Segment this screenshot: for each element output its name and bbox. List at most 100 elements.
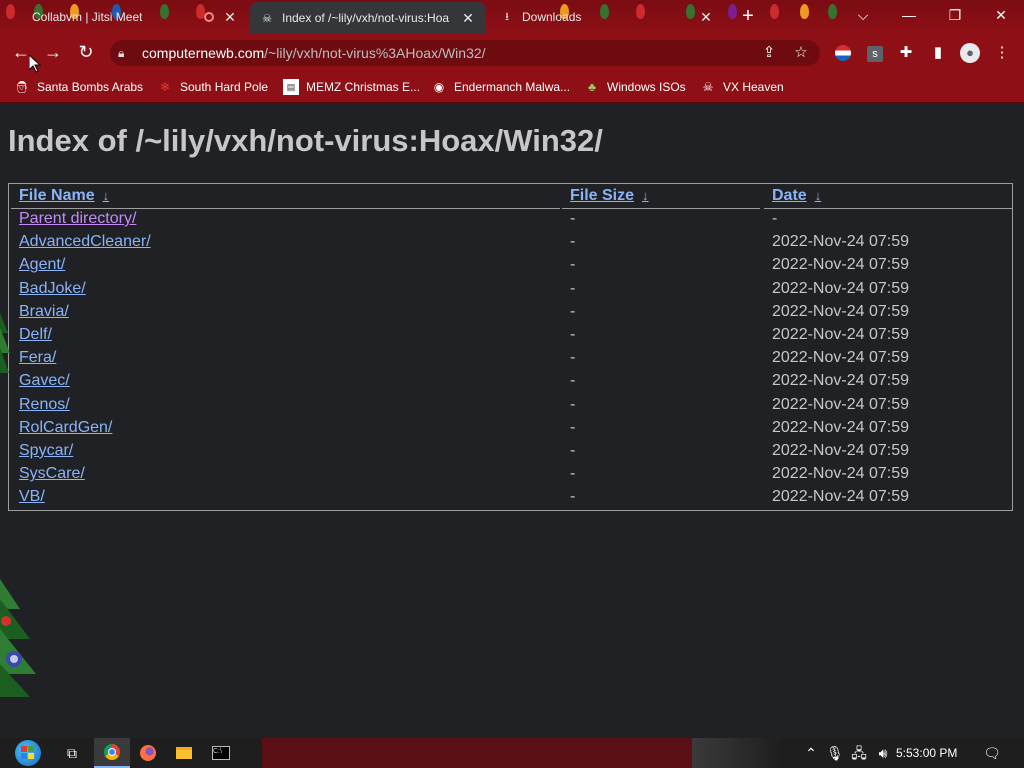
column-header-file-size: File Size ↓ [562, 184, 760, 209]
sort-by-size-link[interactable]: File Size [570, 187, 634, 204]
start-button[interactable] [8, 738, 48, 768]
directory-link[interactable]: Renos/ [19, 396, 70, 413]
bookmark-label: MEMZ Christmas E... [306, 80, 421, 94]
file-size-cell: - [570, 465, 576, 483]
restore-button[interactable]: ❐ [932, 0, 978, 30]
file-size-cell: - [570, 279, 576, 297]
extension-flag-icon[interactable] [832, 42, 854, 64]
sort-by-name-link[interactable]: File Name [19, 187, 95, 204]
directory-link[interactable]: SysCare/ [19, 465, 85, 482]
bookmark-south-hard-pole[interactable]: ❄ South Hard Pole [157, 77, 268, 97]
network-icon[interactable]: 🖧︎ [849, 738, 869, 768]
directory-link[interactable]: Bravia/ [19, 303, 69, 320]
directory-link[interactable]: Fera/ [19, 349, 56, 366]
chrome-taskbar-icon[interactable] [94, 738, 130, 768]
command-prompt-taskbar-icon[interactable]: C:\ [203, 738, 239, 768]
bookmark-label: VX Heaven [723, 80, 784, 94]
directory-link[interactable]: AdvancedCleaner/ [19, 233, 151, 250]
date-cell: - [772, 210, 778, 227]
tab-downloads[interactable]: ⭳ Downloads ✕ [490, 4, 724, 30]
extension-s-icon[interactable]: s [864, 42, 886, 64]
minimize-button[interactable]: — [886, 0, 932, 30]
table-row: Delf/ - 2022-Nov-24 07:59 [9, 326, 1014, 349]
notifications-icon[interactable]: 🗨︎ [980, 738, 1004, 768]
tab-strip: Collabvm | Jitsi Meet ✕ ☠ Index of /~lil… [0, 0, 1024, 34]
table-row: Agent/ - 2022-Nov-24 07:59 [9, 256, 1014, 279]
date-cell: 2022-Nov-24 07:59 [772, 488, 909, 506]
file-name-cell: VB/ [19, 488, 45, 506]
share-icon[interactable]: ⇪ [758, 42, 780, 64]
file-name-cell: Fera/ [19, 349, 56, 367]
skull-icon: ☠ [262, 12, 272, 25]
firefox-taskbar-icon[interactable] [130, 738, 166, 768]
directory-link[interactable]: Gavec/ [19, 372, 70, 389]
bookmark-santa-bombs-arabs[interactable]: 🎅︎ Santa Bombs Arabs [14, 77, 143, 97]
task-view-icon[interactable]: ⧉ [54, 738, 90, 768]
tab-title: Downloads [522, 10, 582, 24]
date-cell: 2022-Nov-24 07:59 [772, 465, 909, 483]
close-tab-icon[interactable]: ✕ [460, 10, 476, 27]
lock-icon[interactable]: 🔒︎ [118, 46, 132, 61]
file-size-cell: - [570, 349, 576, 367]
file-size-cell: - [570, 256, 576, 274]
close-window-button[interactable]: ✕ [978, 0, 1024, 30]
sort-by-date-link[interactable]: Date [772, 187, 807, 204]
bookmark-windows-isos[interactable]: ♣ Windows ISOs [584, 77, 686, 97]
file-explorer-taskbar-icon[interactable] [166, 738, 202, 768]
directory-link[interactable]: Spycar/ [19, 442, 73, 459]
bookmark-memz-christmas[interactable]: ▤ MEMZ Christmas E... [283, 77, 420, 97]
url-host: computernewb.com [142, 45, 265, 61]
date-cell: 2022-Nov-24 07:59 [772, 302, 909, 320]
bookmark-label: Windows ISOs [607, 80, 686, 94]
file-name-cell: Parent directory/ [19, 210, 136, 228]
directory-link[interactable]: Delf/ [19, 326, 52, 343]
side-panel-icon[interactable]: ▮ [927, 42, 949, 64]
date-cell: 2022-Nov-24 07:59 [772, 256, 909, 274]
directory-link[interactable]: Agent/ [19, 256, 65, 273]
taskbar-clock[interactable]: 5:53:00 PM [896, 738, 957, 768]
table-row: SysCare/ - 2022-Nov-24 07:59 [9, 465, 1014, 488]
table-row: BadJoke/ - 2022-Nov-24 07:59 [9, 280, 1014, 303]
extensions-puzzle-icon[interactable]: ✚ [895, 42, 917, 64]
directory-link[interactable]: BadJoke/ [19, 280, 86, 297]
url-path: /~lily/vxh/not-virus%3AHoax/Win32/ [264, 45, 486, 61]
directory-link[interactable]: RolCardGen/ [19, 419, 112, 436]
christmas-tree-decoration [0, 579, 36, 697]
page-icon: ▤ [283, 79, 299, 95]
profile-avatar-icon[interactable]: ● [959, 42, 981, 64]
address-bar[interactable]: 🔒︎ computernewb.com/~lily/vxh/not-virus%… [110, 40, 820, 66]
mouse-cursor-icon [29, 55, 41, 73]
forward-button[interactable]: → [42, 41, 64, 63]
parent-directory-link[interactable]: Parent directory/ [19, 210, 136, 227]
tab-index-of[interactable]: ☠ Index of /~lily/vxh/not-virus:Hoa ✕ [250, 2, 486, 34]
reload-button[interactable]: ↻ [75, 41, 97, 63]
table-row: Spycar/ - 2022-Nov-24 07:59 [9, 442, 1014, 465]
close-tab-icon[interactable]: ✕ [222, 9, 238, 26]
date-cell: 2022-Nov-24 07:59 [772, 279, 909, 297]
santa-icon: 🎅︎ [14, 80, 30, 94]
sort-arrow-icon[interactable]: ↓ [103, 188, 110, 203]
file-size-cell: - [570, 442, 576, 459]
new-tab-button[interactable]: + [738, 6, 758, 26]
file-size-cell: - [570, 488, 576, 506]
sort-arrow-icon[interactable]: ↓ [642, 188, 649, 203]
file-size-cell: - [570, 395, 576, 413]
file-size-cell: - [570, 210, 576, 227]
volume-icon[interactable]: 🔊︎ [873, 738, 893, 768]
file-size-cell: - [570, 418, 576, 436]
tab-search-button[interactable]: ⌵ [840, 0, 886, 30]
bookmark-endermanch-malware[interactable]: ◉ Endermanch Malwa... [431, 77, 570, 97]
show-hidden-icons-icon[interactable]: ⌃ [802, 738, 820, 768]
microphone-icon[interactable]: 🎙︎ [826, 738, 844, 768]
file-name-cell: SysCare/ [19, 465, 85, 483]
table-row: Renos/ - 2022-Nov-24 07:59 [9, 396, 1014, 419]
sort-arrow-icon[interactable]: ↓ [815, 188, 822, 203]
menu-kebab-icon[interactable]: ⋮ [991, 42, 1013, 64]
directory-link[interactable]: VB/ [19, 488, 45, 505]
file-size-cell: - [570, 233, 576, 251]
bookmark-star-icon[interactable]: ☆ [790, 42, 812, 64]
close-tab-icon[interactable]: ✕ [698, 9, 714, 26]
bookmark-vx-heaven[interactable]: ☠ VX Heaven [700, 77, 784, 97]
date-cell: 2022-Nov-24 07:59 [772, 372, 909, 390]
tab-jitsi[interactable]: Collabvm | Jitsi Meet ✕ [22, 4, 248, 30]
